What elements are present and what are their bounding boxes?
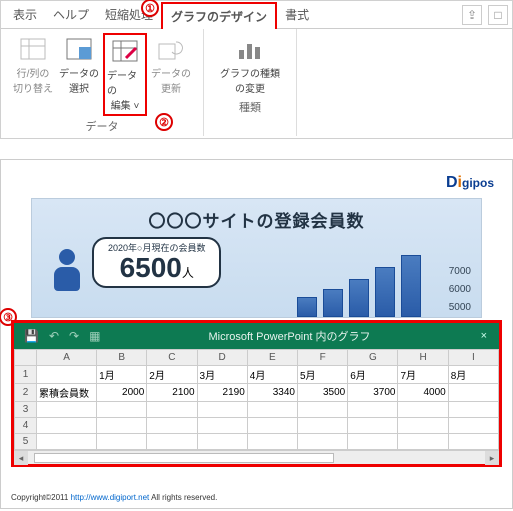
edit-data-button[interactable]: データの編集 ˅ (103, 33, 147, 116)
tab-format[interactable]: 書式 (277, 2, 317, 27)
select-data-icon (65, 35, 93, 63)
y-axis-labels: 700060005000 (449, 263, 471, 317)
copyright-link[interactable]: http://www.digiport.net (71, 493, 150, 502)
chart-title: 〇〇〇サイトの登録会員数 (42, 207, 471, 232)
excel-sheet[interactable]: ABCDEFGHI 11月2月3月4月5月6月7月8月 2累積会員数200021… (14, 349, 499, 450)
group-type: グラフの種類の変更 種類 (204, 29, 297, 136)
refresh-data-button: データの更新 (149, 33, 193, 116)
table-row[interactable]: 3 (15, 402, 499, 418)
slide-canvas: Digipos 〇〇〇サイトの登録会員数 2020年○月現在の会員数 6500人… (0, 159, 513, 509)
comment-button[interactable]: □ (488, 5, 508, 25)
edit-data-icon (111, 37, 139, 65)
table-row[interactable]: 2累積会員数2000210021903340350037004000 (15, 384, 499, 402)
table-row[interactable]: 5 (15, 434, 499, 450)
excel-title: Microsoft PowerPoint 内のグラフ (110, 328, 468, 344)
group-data: 行/列の切り替え データの選択 データの編集 ˅ データの更新 データ (1, 29, 204, 136)
person-icon (52, 249, 82, 293)
embedded-excel-window[interactable]: 💾 ↶ ↷ ▦ Microsoft PowerPoint 内のグラフ × ABCDEF… (11, 320, 502, 467)
chart-bars (297, 255, 421, 317)
digipos-logo: Digipos (446, 174, 494, 192)
table-row[interactable]: 4 (15, 418, 499, 434)
table-row[interactable]: 11月2月3月4月5月6月7月8月 (15, 366, 499, 384)
switch-icon (19, 35, 47, 63)
marker-2: ② (155, 113, 173, 131)
tab-chart-design[interactable]: グラフのデザイン (161, 2, 277, 29)
callout: 2020年○月現在の会員数 6500人 (92, 237, 221, 288)
change-chart-type-button[interactable]: グラフの種類の変更 (214, 33, 286, 97)
refresh-icon (157, 35, 185, 63)
excel-titlebar: 💾 ↶ ↷ ▦ Microsoft PowerPoint 内のグラフ × (14, 323, 499, 349)
redo-icon[interactable]: ↷ (69, 329, 79, 343)
grid-icon[interactable]: ▦ (89, 329, 100, 343)
chart-object[interactable]: 〇〇〇サイトの登録会員数 2020年○月現在の会員数 6500人 7000600… (31, 198, 482, 318)
group-label-type: 種類 (239, 99, 261, 115)
excel-qat: 💾 ↶ ↷ ▦ (14, 329, 110, 343)
chart-type-icon (236, 35, 264, 63)
ribbon-tabs: 表示 ヘルプ 短縮処理 グラフのデザイン 書式 ⇪ □ (1, 1, 512, 29)
tab-view[interactable]: 表示 (5, 2, 45, 27)
tab-help[interactable]: ヘルプ (45, 2, 97, 27)
undo-icon[interactable]: ↶ (49, 329, 59, 343)
select-data-button[interactable]: データの選択 (57, 33, 101, 116)
copyright: Copyright©2011 http://www.digiport.net A… (11, 493, 217, 502)
switch-row-col-button: 行/列の切り替え (11, 33, 55, 116)
excel-close-button[interactable]: × (469, 330, 499, 342)
excel-h-scrollbar[interactable]: ◂▸ (14, 450, 499, 464)
col-headers: ABCDEFGHI (15, 350, 499, 366)
group-label-data: データ (86, 118, 119, 134)
share-button[interactable]: ⇪ (462, 5, 482, 25)
save-icon[interactable]: 💾 (24, 329, 39, 343)
